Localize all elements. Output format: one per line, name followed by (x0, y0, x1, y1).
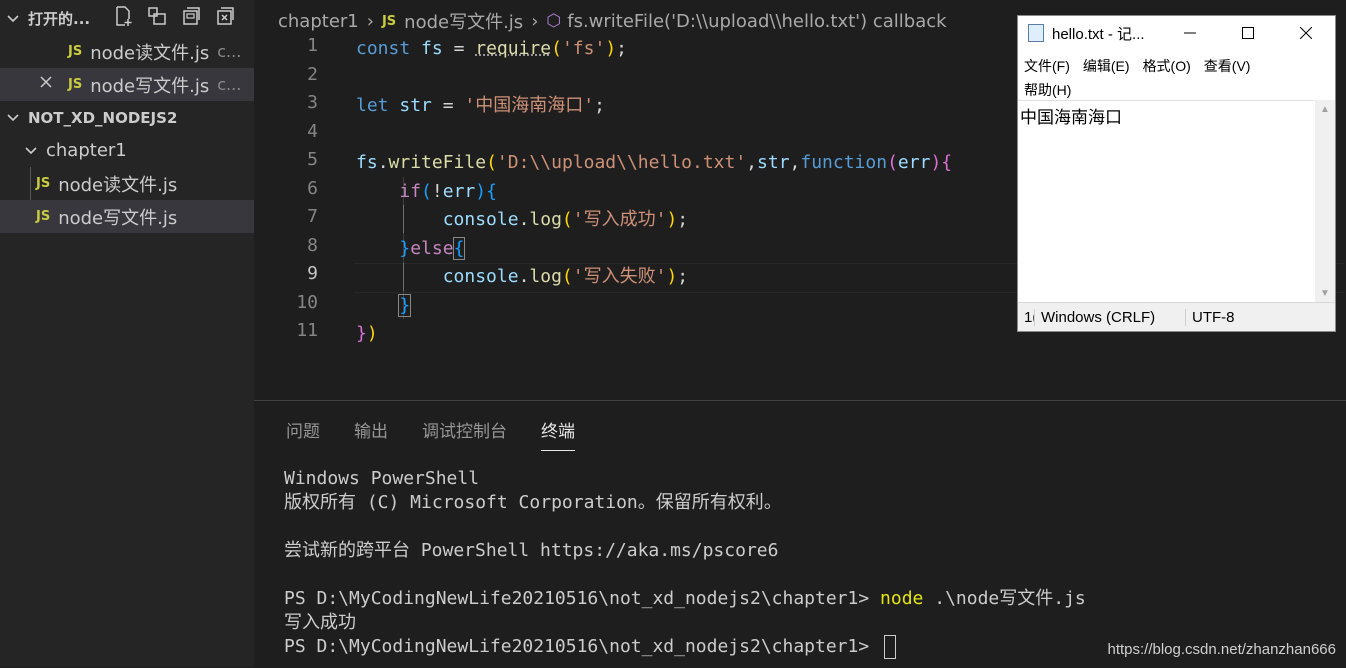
explorer-toolbar (112, 5, 236, 27)
open-editors-label: 打开的... (28, 10, 91, 28)
workspace-folder-label: NOT_XD_NODEJS2 (28, 108, 178, 127)
code-line-7: console.log('写入成功'); (442, 209, 689, 230)
file-label: node写文件.js (58, 207, 178, 229)
line-number-active: 9 (307, 263, 318, 284)
terminal-prompt: PS D:\MyCodingNewLife20210516\not_xd_nod… (284, 588, 881, 609)
terminal-command-line: PS D:\MyCodingNewLife20210516\not_xd_nod… (284, 635, 1086, 659)
breadcrumb: chapter1 › JS node写文件.js › ⬡ fs.writeFil… (278, 8, 947, 34)
bottom-panel: 问题 输出 调试控制台 终端 Windows PowerShell 版权所有 (C… (254, 400, 1346, 668)
code-line-11: }) (356, 323, 378, 344)
notepad-text-area[interactable]: 中国海南海口 (1018, 100, 1314, 303)
terminal-prompt: PS D:\MyCodingNewLife20210516\not_xd_nod… (284, 636, 881, 657)
explorer-sidebar: 打开的... JS node读文件.js c... JS node写文件.js … (0, 0, 254, 667)
tab-output[interactable]: 输出 (354, 417, 388, 451)
terminal-command-arg: .\node写文件.js (923, 588, 1086, 609)
chevron-down-icon (24, 144, 38, 158)
terminal[interactable]: Windows PowerShell 版权所有 (C) Microsoft Cor… (284, 467, 1086, 659)
status-line-ending: Windows (CRLF) (1035, 308, 1186, 326)
breadcrumb-symbol[interactable]: fs.writeFile('D:\\upload\\hello.txt') ca… (567, 11, 946, 32)
js-file-icon: JS (381, 13, 397, 29)
notepad-scrollbar[interactable]: ▲ ▼ (1315, 100, 1335, 303)
new-folder-icon[interactable] (146, 5, 168, 27)
chevron-down-icon (6, 111, 20, 125)
open-editor-name: node读文件.js (90, 42, 210, 64)
watermark: https://blog.csdn.net/zhanzhan666 (1107, 641, 1336, 658)
menu-view[interactable]: 查看(V) (1204, 58, 1251, 74)
maximize-icon[interactable] (1219, 16, 1277, 50)
minimize-icon[interactable] (1161, 16, 1219, 50)
open-editor-item-active[interactable]: JS node写文件.js c... (0, 68, 254, 101)
js-file-icon: JS (36, 176, 51, 191)
menu-help[interactable]: 帮助(H) (1024, 82, 1071, 98)
line-number: 1 (307, 35, 318, 56)
terminal-output: 写入成功 (284, 612, 356, 633)
window-controls (1161, 16, 1335, 50)
line-number: 4 (307, 121, 318, 142)
notepad-title: hello.txt - 记... (1052, 25, 1145, 43)
notepad-app-icon (1028, 24, 1044, 42)
menu-format[interactable]: 格式(O) (1143, 58, 1191, 74)
breadcrumb-file[interactable]: node写文件.js (404, 8, 523, 34)
js-file-icon: JS (68, 44, 83, 59)
code-line-5: fs.writeFile('D:\\upload\\hello.txt',str… (356, 152, 953, 173)
file-item[interactable]: JS node读文件.js (0, 167, 254, 200)
open-editor-item[interactable]: JS node读文件.js c... (0, 35, 254, 68)
chevron-down-icon (6, 12, 20, 26)
chevron-right-icon: › (366, 10, 374, 32)
panel-tabs: 问题 输出 调试控制台 终端 (286, 417, 575, 451)
chevron-right-icon: › (531, 10, 539, 32)
open-editor-name: node写文件.js (90, 75, 210, 97)
code-line-6: if(!err){ (399, 181, 497, 202)
terminal-command-line: PS D:\MyCodingNewLife20210516\not_xd_nod… (284, 587, 1086, 611)
close-icon[interactable] (1277, 16, 1335, 50)
breadcrumb-folder[interactable]: chapter1 (278, 11, 359, 32)
line-number: 2 (307, 64, 318, 85)
new-file-icon[interactable] (112, 5, 134, 27)
terminal-line: Windows PowerShell (284, 468, 480, 489)
open-editor-desc: c... (217, 75, 242, 94)
line-number: 10 (296, 292, 318, 313)
scroll-up-icon[interactable]: ▲ (1320, 104, 1330, 115)
status-encoding: UTF-8 (1192, 308, 1235, 326)
code-line-10: } (398, 294, 412, 317)
notepad-statusbar: 1( Windows (CRLF) UTF-8 (1018, 302, 1335, 331)
code-line-9: console.log('写入失败'); (442, 266, 689, 287)
menu-edit[interactable]: 编辑(E) (1083, 58, 1130, 74)
js-file-icon: JS (36, 209, 51, 224)
line-number: 3 (307, 92, 318, 113)
terminal-cursor (884, 635, 897, 659)
tab-problems[interactable]: 问题 (286, 417, 320, 451)
scroll-down-icon[interactable]: ▼ (1320, 288, 1330, 299)
file-label: node读文件.js (58, 174, 178, 196)
notepad-menubar: 文件(F) 编辑(E) 格式(O) 查看(V) 帮助(H) (1024, 54, 1324, 102)
file-item-selected[interactable]: JS node写文件.js (0, 200, 254, 233)
line-number: 6 (307, 178, 318, 199)
terminal-line: 版权所有 (C) Microsoft Corporation。保留所有权利。 (284, 492, 782, 513)
menu-file[interactable]: 文件(F) (1024, 58, 1070, 74)
code-line-3: let str = '中国海南海口'; (356, 95, 605, 116)
status-position: 1( (1018, 308, 1035, 326)
open-editor-desc: c... (217, 42, 242, 61)
symbol-method-icon: ⬡ (546, 11, 562, 31)
terminal-command: node (880, 588, 924, 609)
line-number: 7 (307, 206, 318, 227)
workspace-folder-header[interactable]: NOT_XD_NODEJS2 (0, 101, 254, 134)
tab-terminal[interactable]: 终端 (541, 417, 575, 451)
close-all-icon[interactable] (214, 5, 236, 27)
js-file-icon: JS (68, 77, 83, 92)
line-number: 8 (307, 235, 318, 256)
code-line-1: const fs = require('fs'); (356, 38, 627, 59)
line-number: 5 (307, 149, 318, 170)
folder-item-chapter1[interactable]: chapter1 (0, 134, 254, 167)
close-icon[interactable] (38, 74, 68, 95)
code-line-8: }else{ (399, 237, 466, 260)
tab-debug-console[interactable]: 调试控制台 (422, 417, 507, 451)
save-all-icon[interactable] (180, 5, 202, 27)
notepad-window[interactable]: hello.txt - 记... 文件(F) 编辑(E) 格式(O) 查看(V) 帮助(… (1017, 15, 1336, 332)
folder-label: chapter1 (46, 140, 127, 161)
line-number: 11 (296, 320, 318, 341)
terminal-line: 尝试新的跨平台 PowerShell https://aka.ms/pscore… (284, 540, 779, 561)
